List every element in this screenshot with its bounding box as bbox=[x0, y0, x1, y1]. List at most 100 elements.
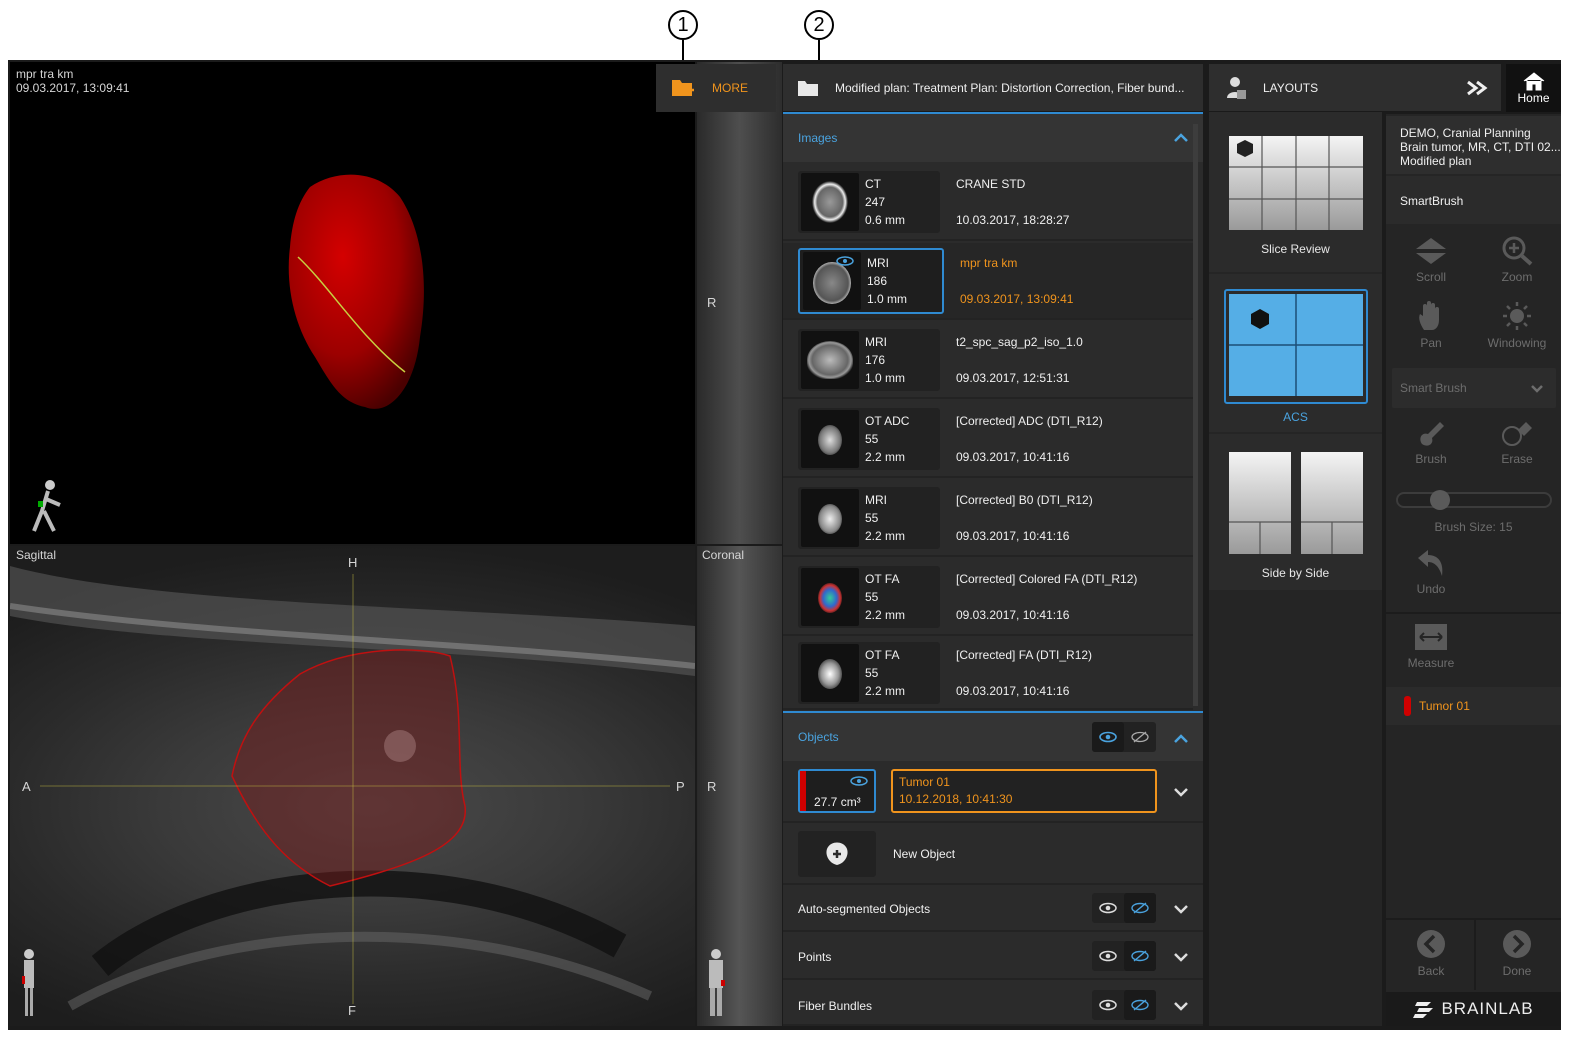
new-object-row[interactable]: New Object bbox=[783, 825, 1203, 885]
patient-info-line2: Brain tumor, MR, CT, DTI 02... bbox=[1400, 140, 1561, 154]
collapse-chevron-icon[interactable] bbox=[1173, 733, 1189, 743]
image-thumbbox: MRI 176 1.0 mm bbox=[798, 328, 940, 391]
image-thickness: 1.0 mm bbox=[867, 291, 908, 306]
brush-icon bbox=[1420, 422, 1444, 446]
show-all-button[interactable] bbox=[1092, 722, 1124, 752]
new-object-label: New Object bbox=[893, 847, 956, 861]
layout-slice-review[interactable]: Slice Review bbox=[1209, 112, 1382, 272]
show-button[interactable] bbox=[1092, 990, 1124, 1020]
layout-side-by-side[interactable]: Side by Side bbox=[1209, 434, 1382, 590]
orientation-r-bottom: R bbox=[707, 779, 717, 794]
hand-icon bbox=[1419, 301, 1439, 330]
hide-button[interactable] bbox=[1124, 893, 1156, 923]
home-button[interactable]: Home bbox=[1506, 64, 1561, 112]
tumor-volume: 27.7 cm³ bbox=[814, 795, 861, 809]
hide-button[interactable] bbox=[1124, 990, 1156, 1020]
image-row[interactable]: OT FA 55 2.2 mm [Corrected] Colored FA (… bbox=[783, 559, 1193, 636]
tool-label: Measure bbox=[1407, 656, 1455, 670]
eye-off-icon bbox=[1131, 902, 1149, 914]
expand-chevron-icon[interactable] bbox=[1173, 1001, 1189, 1011]
tumor-info-box[interactable]: Tumor 01 10.12.2018, 10:41:30 bbox=[891, 769, 1157, 813]
visibility-toggle[interactable] bbox=[1092, 941, 1156, 971]
layouts-person-icon bbox=[1227, 76, 1246, 99]
viewport-3d-label: mpr tra km 09.03.2017, 13:09:41 bbox=[16, 67, 129, 95]
layout-label: ACS bbox=[1283, 410, 1308, 424]
expand-chevron-icon[interactable] bbox=[1173, 952, 1189, 962]
windowing-tool[interactable]: Windowing bbox=[1476, 300, 1558, 360]
image-name: [Corrected] FA (DTI_R12) bbox=[956, 648, 1093, 662]
visibility-toggle[interactable] bbox=[1092, 990, 1156, 1020]
eye-icon bbox=[1099, 999, 1117, 1011]
visibility-toggle[interactable] bbox=[1092, 893, 1156, 923]
image-name: [Corrected] ADC (DTI_R12) bbox=[956, 413, 1103, 428]
undo-button[interactable]: Undo bbox=[1390, 548, 1472, 606]
image-row[interactable]: CT 247 0.6 mm CRANE STD 10.03.2017, 18:2… bbox=[783, 164, 1193, 241]
layouts-header-label: LAYOUTS bbox=[1263, 80, 1319, 95]
visibility-toggle[interactable] bbox=[1092, 722, 1156, 752]
image-count: 247 bbox=[865, 194, 886, 209]
show-button[interactable] bbox=[1092, 893, 1124, 923]
tool-object-item[interactable]: Tumor 01 bbox=[1386, 687, 1561, 725]
image-row[interactable]: MRI 176 1.0 mm t2_spc_sag_p2_iso_1.0 09.… bbox=[783, 322, 1193, 399]
plan-title: Modified plan: Treatment Plan: Distortio… bbox=[835, 80, 1185, 95]
tool-label: Undo bbox=[1416, 582, 1446, 596]
windowing-icon bbox=[1503, 302, 1531, 330]
slider-knob[interactable] bbox=[1430, 490, 1450, 510]
folder-icon bbox=[798, 80, 818, 96]
images-section-header[interactable]: Images bbox=[783, 112, 1203, 162]
tool-label: Done bbox=[1502, 964, 1532, 978]
image-row-selected[interactable]: MRI 186 1.0 mm mpr tra km 09.03.2017, 13… bbox=[783, 243, 1193, 320]
measure-button[interactable]: Measure bbox=[1390, 622, 1472, 680]
expand-chevron-icon[interactable] bbox=[1173, 904, 1189, 914]
erase-tool[interactable]: Erase bbox=[1476, 418, 1558, 478]
object-group-row[interactable]: Points bbox=[783, 934, 1203, 980]
orientation-left: A bbox=[22, 779, 31, 794]
tumor-color-swatch bbox=[800, 771, 806, 811]
brush-size-slider[interactable] bbox=[1396, 490, 1552, 510]
brush-mode-dropdown[interactable]: Smart Brush bbox=[1392, 368, 1556, 408]
image-name: CRANE STD bbox=[956, 176, 1026, 191]
image-thumbnail bbox=[801, 409, 859, 468]
layouts-header[interactable]: LAYOUTS bbox=[1209, 64, 1501, 112]
image-name: [Corrected] Colored FA (DTI_R12) bbox=[956, 571, 1138, 586]
eye-icon[interactable] bbox=[850, 776, 868, 786]
brush-tool[interactable]: Brush bbox=[1390, 418, 1472, 478]
zoom-tool[interactable]: Zoom bbox=[1476, 236, 1558, 296]
eye-icon[interactable] bbox=[836, 256, 854, 266]
layout-acs[interactable]: ACS bbox=[1209, 274, 1382, 432]
image-row[interactable]: OT FA 55 2.2 mm [Corrected] FA (DTI_R12)… bbox=[783, 638, 1193, 710]
pan-tool[interactable]: Pan bbox=[1390, 300, 1472, 360]
show-button[interactable] bbox=[1092, 941, 1124, 971]
image-row[interactable]: MRI 55 2.2 mm [Corrected] B0 (DTI_R12) 0… bbox=[783, 480, 1193, 557]
tool-label: Back bbox=[1417, 964, 1445, 978]
image-thumbnail bbox=[801, 644, 859, 702]
tool-label: Zoom bbox=[1501, 270, 1533, 284]
layout-label: Side by Side bbox=[1261, 566, 1330, 580]
scroll-tool[interactable]: Scroll bbox=[1390, 236, 1472, 296]
object-name: Tumor 01 bbox=[1419, 699, 1470, 713]
image-date: 09.03.2017, 12:51:31 bbox=[956, 370, 1070, 385]
object-group-row[interactable]: Auto-segmented Objects bbox=[783, 886, 1203, 932]
plan-header[interactable]: Modified plan: Treatment Plan: Distortio… bbox=[783, 64, 1203, 112]
hide-all-button[interactable] bbox=[1124, 722, 1156, 752]
expand-chevron-icon[interactable] bbox=[1173, 787, 1189, 797]
eraser-icon bbox=[1502, 422, 1532, 446]
image-row[interactable]: OT ADC 55 2.2 mm [Corrected] ADC (DTI_R1… bbox=[783, 401, 1193, 478]
dropdown-value: Smart Brush bbox=[1400, 381, 1467, 395]
done-button[interactable]: Done bbox=[1476, 928, 1558, 984]
object-group-row[interactable]: Fiber Bundles bbox=[783, 982, 1203, 1026]
viewport-3d[interactable]: mpr tra km 09.03.2017, 13:09:41 bbox=[10, 62, 695, 544]
double-chevron-right-icon[interactable] bbox=[1465, 79, 1489, 97]
new-object-button[interactable] bbox=[798, 831, 876, 877]
back-button[interactable]: Back bbox=[1390, 928, 1472, 984]
object-row-tumor[interactable]: 27.7 cm³ Tumor 01 10.12.2018, 10:41:30 bbox=[783, 763, 1203, 823]
viewport-sagittal[interactable]: Sagittal H F A P bbox=[10, 546, 695, 1026]
images-scrollbar[interactable] bbox=[1193, 124, 1198, 706]
viewport-axial-partial[interactable]: R bbox=[697, 62, 782, 544]
tumor-volume-box[interactable]: 27.7 cm³ bbox=[798, 769, 876, 813]
more-button[interactable]: MORE bbox=[656, 64, 776, 112]
objects-section-header[interactable]: Objects bbox=[783, 711, 1203, 761]
viewport-coronal[interactable]: Coronal R bbox=[697, 546, 782, 1026]
hide-button[interactable] bbox=[1124, 941, 1156, 971]
collapse-chevron-icon[interactable] bbox=[1173, 132, 1189, 142]
